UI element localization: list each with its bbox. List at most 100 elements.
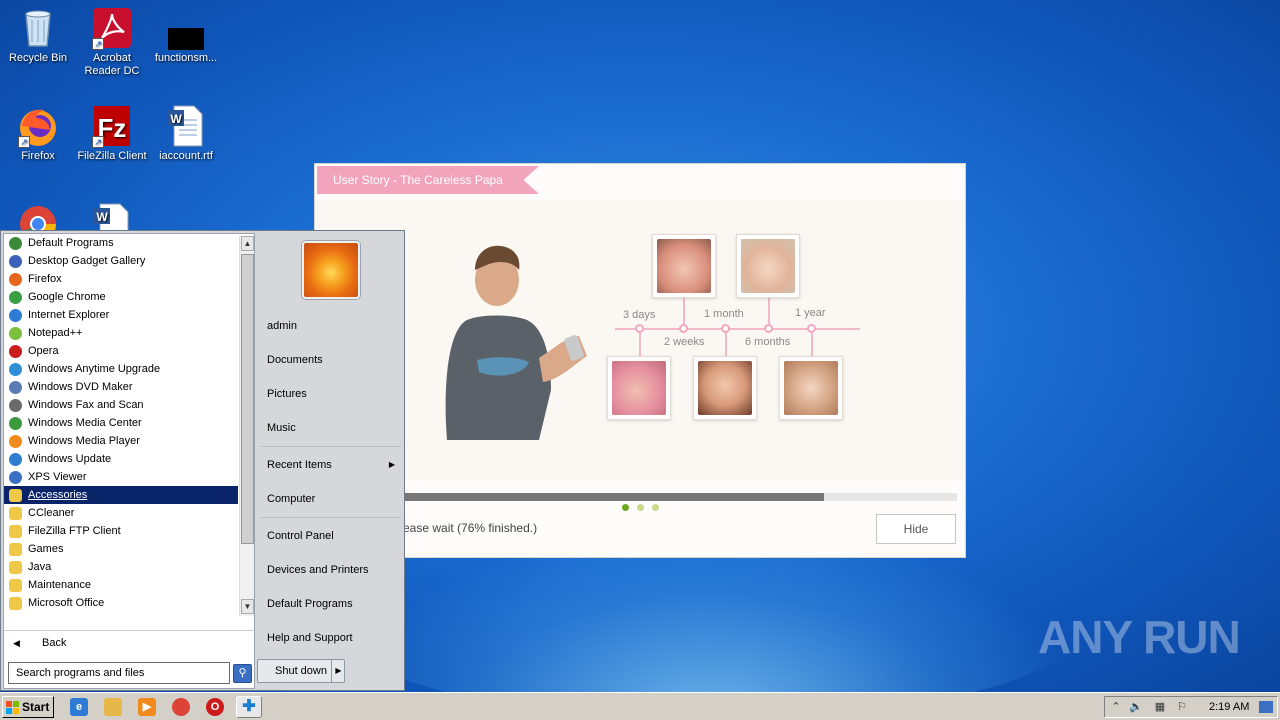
timeline-label: 2 weeks xyxy=(664,336,705,348)
installer-taskbar-button[interactable]: ✚ xyxy=(236,696,262,718)
program-item[interactable]: XPS Viewer xyxy=(4,468,238,486)
carousel-dot[interactable] xyxy=(637,504,644,511)
baby-photo xyxy=(736,234,800,298)
start-button[interactable]: Start xyxy=(2,696,54,718)
carousel-dot[interactable] xyxy=(652,504,659,511)
program-item[interactable]: CCleaner xyxy=(4,504,238,522)
start-item-music[interactable]: Music xyxy=(261,416,401,440)
program-item[interactable]: Microsoft Office xyxy=(4,594,238,612)
program-item[interactable]: Google Chrome xyxy=(4,288,238,306)
program-label: Windows Media Player xyxy=(28,435,140,447)
user-story-slide: 3 days 1 month 1 year 2 weeks 6 months xyxy=(315,200,965,511)
timeline-label: 3 days xyxy=(623,309,656,321)
desktop-icon-iaccount[interactable]: W iaccount.rtf xyxy=(148,104,224,163)
scrollbar-thumb[interactable] xyxy=(241,254,254,544)
carousel-dot-active[interactable] xyxy=(622,504,629,511)
program-item[interactable]: Windows Media Center xyxy=(4,414,238,432)
opera-icon xyxy=(9,345,22,358)
start-item-control-panel[interactable]: Control Panel xyxy=(261,524,401,548)
program-item[interactable]: Desktop Gadget Gallery xyxy=(4,252,238,270)
explorer-taskbar-icon[interactable] xyxy=(104,698,122,716)
notepadpp-icon xyxy=(9,327,22,340)
program-item[interactable]: Windows Anytime Upgrade xyxy=(4,360,238,378)
program-item[interactable]: Notepad++ xyxy=(4,324,238,342)
start-menu-programs-pane: Default Programs Desktop Gadget Gallery Fi… xyxy=(3,233,255,689)
program-item[interactable]: Internet Explorer xyxy=(4,306,238,324)
start-menu: Default Programs Desktop Gadget Gallery Fi… xyxy=(0,230,405,691)
program-item[interactable]: Accessories xyxy=(4,486,238,504)
desktop-icon-firefox[interactable]: ↗ Firefox xyxy=(0,104,76,163)
start-item-documents[interactable]: Documents xyxy=(261,348,401,372)
user-avatar[interactable] xyxy=(302,241,360,299)
program-item[interactable]: Windows DVD Maker xyxy=(4,378,238,396)
program-item[interactable]: Games xyxy=(4,540,238,558)
desktop-icon-acrobat[interactable]: ↗ Acrobat Reader DC xyxy=(74,6,150,78)
shutdown-options-arrow-icon[interactable]: ▶ xyxy=(331,659,345,683)
desktop-icon-functionsm[interactable]: functionsm... xyxy=(148,6,224,65)
folder-icon xyxy=(9,525,22,538)
word-document-icon: W xyxy=(164,104,208,148)
desktop-icon-recycle-bin[interactable]: Recycle Bin xyxy=(0,6,76,65)
program-label: Opera xyxy=(28,345,59,357)
start-item-default-programs[interactable]: Default Programs xyxy=(261,592,401,616)
program-label: FileZilla FTP Client xyxy=(28,525,121,537)
program-item[interactable]: Default Programs xyxy=(4,234,238,252)
default-programs-icon xyxy=(9,237,22,250)
start-item-recent-items[interactable]: Recent Items ▶ xyxy=(261,453,401,477)
program-item[interactable]: Java xyxy=(4,558,238,576)
recent-items-label: Recent Items xyxy=(267,459,332,471)
timeline-dot xyxy=(635,324,644,333)
program-item[interactable]: FileZilla FTP Client xyxy=(4,522,238,540)
search-icon[interactable]: ⚲ xyxy=(233,664,252,683)
timeline-label: 1 month xyxy=(704,308,744,320)
timeline-dot xyxy=(764,324,773,333)
install-status-text: ease wait (76% finished.) xyxy=(403,521,538,535)
program-item[interactable]: Windows Update xyxy=(4,450,238,468)
story-ribbon-title: User Story - The Careless Papa xyxy=(317,166,539,194)
desktop-icon-label: Recycle Bin xyxy=(8,52,68,64)
start-item-help-support[interactable]: Help and Support xyxy=(261,626,401,650)
menu-separator xyxy=(261,517,401,518)
program-item[interactable]: Maintenance xyxy=(4,576,238,594)
program-label: Default Programs xyxy=(28,237,114,249)
submenu-arrow-icon: ▶ xyxy=(388,460,395,469)
programs-scrollbar[interactable]: ▲ ▼ xyxy=(239,236,254,616)
start-item-admin[interactable]: admin xyxy=(261,314,401,338)
volume-icon[interactable]: 🔈 xyxy=(1129,700,1143,714)
chrome-taskbar-icon[interactable] xyxy=(172,698,190,716)
man-with-phone-image xyxy=(427,240,597,440)
action-center-flag-icon[interactable]: ⚐ xyxy=(1175,700,1189,714)
program-item[interactable]: Opera xyxy=(4,342,238,360)
desktop-icon-label: Firefox xyxy=(21,150,55,162)
desktop-icon-filezilla[interactable]: Fz ↗ FileZilla Client xyxy=(74,104,150,163)
program-item[interactable]: Windows Media Player xyxy=(4,432,238,450)
back-button[interactable]: ◀ Back xyxy=(4,630,254,654)
program-label: Windows Media Center xyxy=(28,417,142,429)
show-desktop-icon[interactable] xyxy=(1259,701,1273,713)
media-player-taskbar-icon[interactable]: ▶ xyxy=(138,698,156,716)
media-center-icon xyxy=(9,417,22,430)
program-item[interactable]: Windows Fax and Scan xyxy=(4,396,238,414)
program-item[interactable]: Firefox xyxy=(4,270,238,288)
start-item-pictures[interactable]: Pictures xyxy=(261,382,401,406)
show-hidden-icons-icon[interactable]: ⌃ xyxy=(1109,700,1123,714)
opera-taskbar-icon[interactable]: O xyxy=(206,698,224,716)
ie-taskbar-icon[interactable]: e xyxy=(70,698,88,716)
timeline-dot xyxy=(679,324,688,333)
start-item-computer[interactable]: Computer xyxy=(261,487,401,511)
back-label: Back xyxy=(42,637,67,649)
filezilla-icon: Fz ↗ xyxy=(90,104,134,148)
baby-photo xyxy=(652,234,716,298)
clock[interactable]: 2:19 AM xyxy=(1209,697,1249,717)
search-programs-input[interactable]: Search programs and files xyxy=(8,662,230,684)
scroll-up-icon[interactable]: ▲ xyxy=(241,236,254,251)
taskbar: Start e ▶ O ✚ ⌃ 🔈 ▦ ⚐ 2:19 AM xyxy=(0,692,1280,720)
program-label: Windows DVD Maker xyxy=(28,381,133,393)
hide-button[interactable]: Hide xyxy=(876,514,956,544)
start-item-devices-printers[interactable]: Devices and Printers xyxy=(261,558,401,582)
network-icon[interactable]: ▦ xyxy=(1153,700,1167,714)
start-menu-right-pane: admin Documents Pictures Music Recent It… xyxy=(257,231,404,691)
scroll-down-icon[interactable]: ▼ xyxy=(241,599,254,614)
desktop-icon-label: FileZilla Client xyxy=(77,150,147,162)
folder-icon xyxy=(9,597,22,610)
